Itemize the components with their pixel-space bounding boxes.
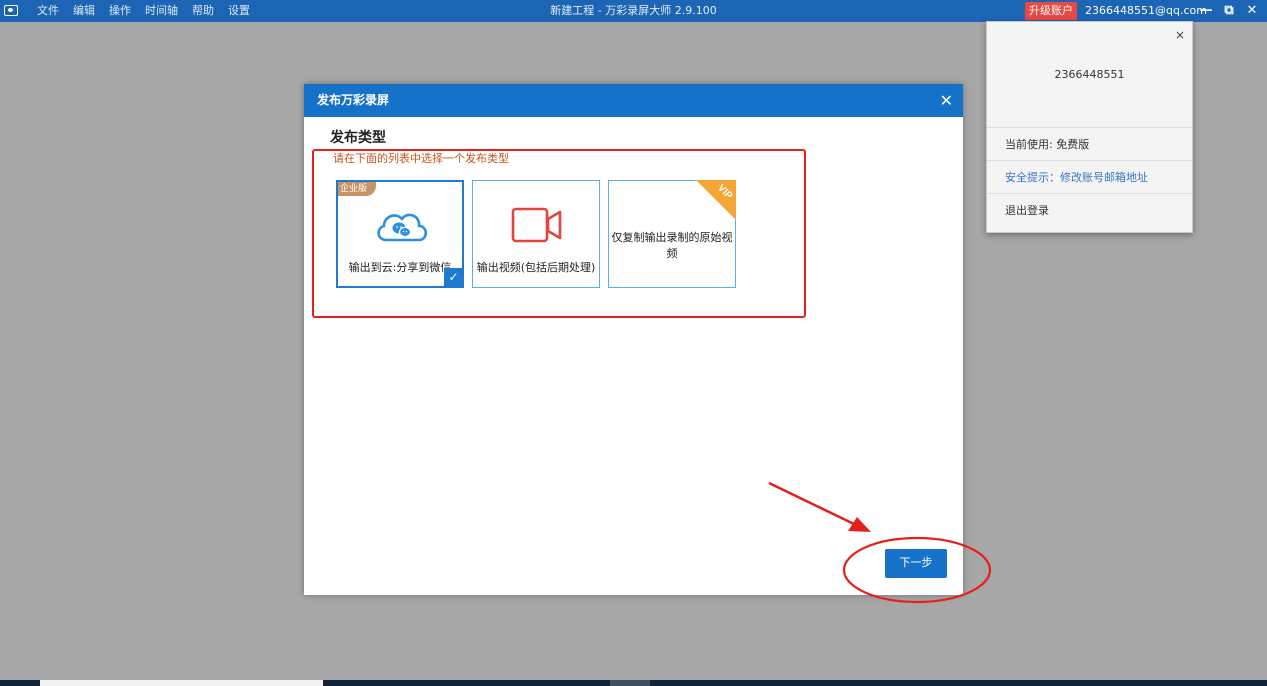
restore-icon[interactable]: ⧉ (1219, 0, 1239, 22)
dialog-header: 发布万彩录屏 ✕ (304, 84, 963, 117)
menu-edit[interactable]: 编辑 (66, 0, 102, 22)
publish-dialog: 发布万彩录屏 ✕ 发布类型 请在下面的列表中选择一个发布类型 企业版 输出到云:… (304, 84, 963, 595)
option-cloud-wechat[interactable]: 企业版 输出到云:分享到微信 ✓ (336, 180, 464, 288)
upgrade-account-button[interactable]: 升级账户 (1025, 2, 1077, 20)
account-panel-close-icon[interactable]: × (1175, 28, 1185, 42)
next-step-button[interactable]: 下一步 (885, 549, 947, 578)
dialog-title: 发布万彩录屏 (317, 93, 390, 107)
menu-timeline[interactable]: 时间轴 (138, 0, 185, 22)
option-export-video-label: 输出视频(包括后期处理) (476, 261, 596, 274)
vip-badge: VIP (696, 180, 736, 220)
current-plan: 当前使用: 免费版 (987, 127, 1192, 160)
menu-operate[interactable]: 操作 (102, 0, 138, 22)
account-email[interactable]: 2366448551@qq.com (1085, 0, 1207, 22)
account-panel: × 2366448551 当前使用: 免费版 安全提示：修改账号邮箱地址 退出登… (986, 21, 1193, 233)
cloud-wechat-icon (377, 213, 428, 242)
taskbar (0, 680, 1267, 686)
enterprise-badge: 企业版 (338, 182, 376, 196)
menu-help[interactable]: 帮助 (185, 0, 221, 22)
minimize-icon[interactable]: — (1196, 0, 1216, 22)
option-copy-raw-label: 仅复制输出录制的原始视频 (611, 231, 733, 260)
dialog-close-icon[interactable]: ✕ (940, 84, 953, 117)
security-tip-link[interactable]: 安全提示：修改账号邮箱地址 (987, 160, 1192, 193)
menu-file[interactable]: 文件 (30, 0, 66, 22)
menu-settings[interactable]: 设置 (221, 0, 257, 22)
check-icon: ✓ (444, 268, 463, 287)
taskbar-search[interactable] (40, 680, 323, 686)
taskbar-app[interactable] (610, 680, 650, 686)
option-export-video[interactable]: 输出视频(包括后期处理) (472, 180, 600, 288)
close-window-icon[interactable]: ✕ (1242, 0, 1262, 22)
account-uid: 2366448551 (1054, 68, 1125, 81)
app-camera-icon[interactable] (4, 5, 18, 16)
selection-hint: 请在下面的列表中选择一个发布类型 (333, 152, 509, 165)
logout-button[interactable]: 退出登录 (987, 193, 1192, 226)
menu-bar: 文件 编辑 操作 时间轴 帮助 设置 (30, 0, 257, 22)
section-title: 发布类型 (330, 130, 386, 146)
video-camera-icon (511, 207, 562, 243)
option-copy-raw-video[interactable]: VIP 仅复制输出录制的原始视频 (608, 180, 736, 288)
title-bar: 文件 编辑 操作 时间轴 帮助 设置 新建工程 - 万彩录屏大师 2.9.100… (0, 0, 1267, 22)
